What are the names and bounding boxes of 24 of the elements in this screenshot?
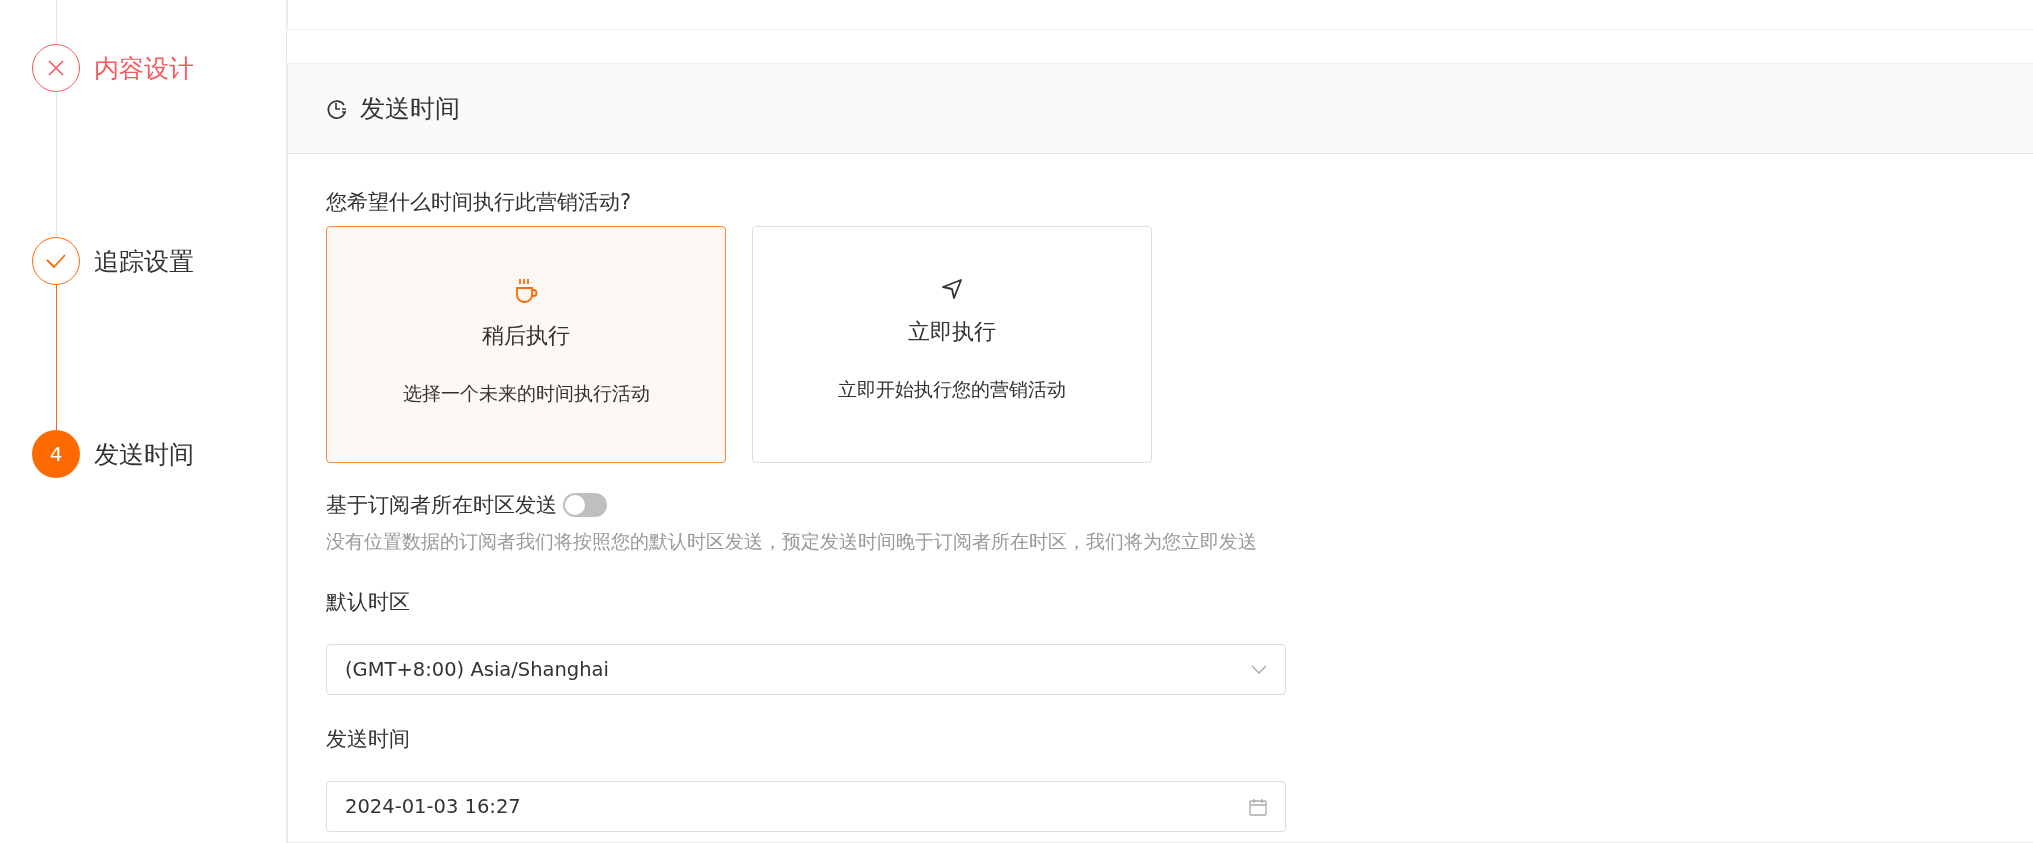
- question-text: 您希望什么时间执行此营销活动?: [326, 189, 633, 216]
- toggle-label: 基于订阅者所在时区发送: [326, 492, 557, 519]
- option-description: 立即开始执行您的营销活动: [838, 378, 1066, 402]
- calendar-icon: [1249, 797, 1267, 816]
- chevron-down-icon: [1251, 664, 1267, 675]
- option-title: 立即执行: [908, 318, 996, 346]
- coffee-cup-icon: [514, 277, 538, 305]
- step-number: 4: [32, 430, 80, 478]
- clock-icon: [326, 97, 348, 120]
- timezone-toggle[interactable]: [563, 493, 607, 517]
- option-title: 稍后执行: [482, 322, 570, 350]
- field-label: 发送时间: [326, 726, 411, 753]
- field-label: 默认时区: [326, 589, 411, 616]
- step-label: 追踪设置: [94, 245, 194, 278]
- schedule-option-card[interactable]: 稍后执行 选择一个未来的时间执行活动: [326, 226, 726, 463]
- send-arrow-icon: [940, 277, 964, 301]
- step-label: 发送时间: [94, 438, 194, 471]
- date-time-field[interactable]: 2024-01-03 16:27: [326, 781, 1286, 832]
- timezone-select[interactable]: (GMT+8:00) Asia/Shanghai: [326, 644, 1286, 695]
- hint-text: 没有位置数据的订阅者我们将按照您的默认时区发送，预定发送时间晚于订阅者所在时区，我们将为您立即发送: [326, 530, 1258, 554]
- option-description: 选择一个未来的时间执行活动: [402, 382, 650, 406]
- step-label: 内容设计: [94, 52, 194, 85]
- schedule-option-card[interactable]: 立即执行 立即开始执行您的营销活动: [752, 226, 1152, 463]
- section-title: 发送时间: [360, 93, 460, 125]
